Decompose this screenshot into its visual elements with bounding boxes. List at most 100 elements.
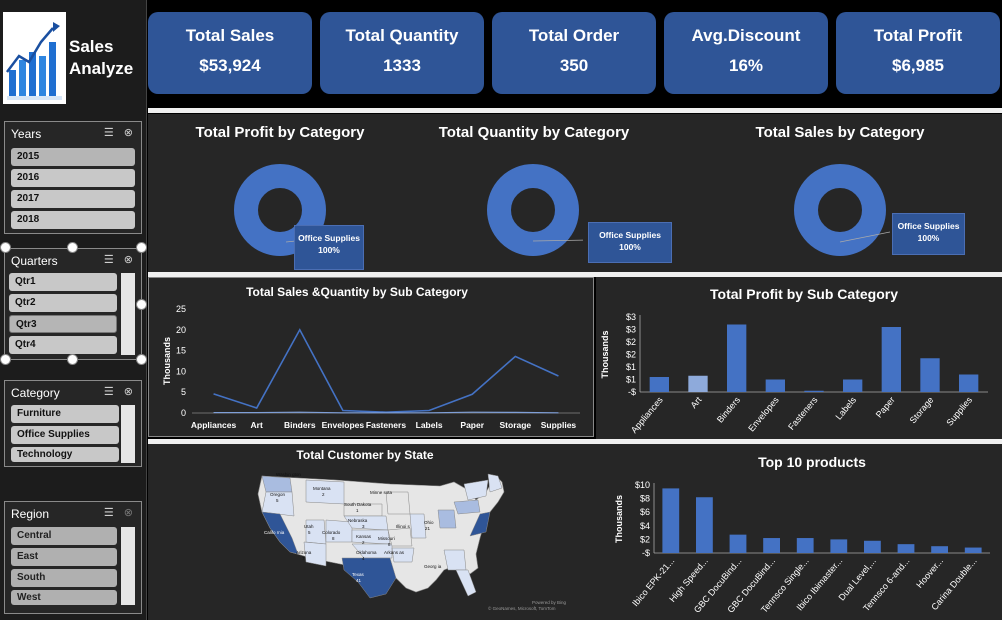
y-tick-label: $1 (626, 375, 636, 385)
donut-label-text: Office Supplies (897, 221, 960, 231)
resize-handle[interactable] (67, 242, 78, 253)
x-tick-label-art: Art (688, 394, 703, 410)
slicer-item-furniture[interactable]: Furniture (11, 405, 119, 423)
map-state-georgia[interactable] (443, 549, 467, 571)
map-label-oregon: Oregon (270, 492, 286, 497)
map-label-colorado: Colorado (322, 530, 341, 535)
map-label-texas: Texas (352, 572, 365, 577)
bar-envelopes (765, 379, 785, 392)
resize-handle[interactable] (136, 242, 147, 253)
app-title-line2: Analyze (69, 59, 134, 78)
resize-handle[interactable] (136, 354, 147, 365)
y-tick-label: $1 (626, 362, 636, 372)
bar-ibico-epk-21 (662, 488, 680, 553)
bar-chart-profit-subcategory[interactable]: Total Profit by Sub Category Thousands -$ $… (596, 277, 1002, 439)
slicer-item-2018[interactable]: 2018 (11, 211, 135, 229)
map-state-texas[interactable] (341, 557, 397, 599)
resize-handle[interactable] (0, 354, 11, 365)
app-title: Sales Analyze (69, 36, 145, 80)
years-slicer-title: Years (11, 127, 42, 141)
us-state-map[interactable]: Washin gton Montana 2 Oregon 5 Minne sot… (240, 462, 590, 612)
slicer-item-qtr4[interactable]: Qtr4 (9, 336, 117, 354)
map-state-florida[interactable] (455, 569, 477, 597)
bar-binders (727, 324, 747, 392)
app-title-line1: Sales (69, 37, 114, 56)
kpi-total-order: Total Order 350 (492, 12, 656, 94)
kpi-value: $6,985 (892, 56, 944, 75)
resize-handle[interactable] (0, 242, 11, 253)
bar-gbc-docubind (729, 534, 747, 553)
clear-filter-icon[interactable]: ⊗ (124, 253, 133, 266)
map-state-minnesota[interactable] (385, 491, 411, 515)
slicer-item-west[interactable]: West (11, 590, 117, 605)
slicer-item-south[interactable]: South (11, 569, 117, 587)
bar-chart-top10-products[interactable]: Top 10 productsThousands-$$2$4$6$8$10Ibi… (596, 444, 1002, 620)
donut-label-text: Office Supplies (599, 230, 661, 240)
map-state-illinois[interactable] (409, 513, 427, 539)
slicer-item-qtr3[interactable]: Qtr3 (9, 315, 117, 333)
clear-filter-icon[interactable]: ⊗ (124, 506, 133, 519)
slicer-item-2015[interactable]: 2015 (11, 148, 135, 166)
x-tick-label-labels: Labels (416, 420, 443, 430)
quarters-scrollbar[interactable] (121, 273, 135, 355)
bar-supplies (959, 374, 979, 392)
category-scrollbar[interactable] (121, 405, 135, 463)
category-slicer: Category ☰ ⊗ Furniture Office Supplies Te… (4, 380, 142, 467)
clear-filter-icon[interactable]: ⊗ (124, 126, 133, 139)
x-tick-label-supplies: Supplies (944, 394, 974, 427)
donut-label-pct: 100% (619, 242, 641, 252)
y-tick-label: $2 (626, 337, 636, 347)
y-tick-label: $3 (626, 312, 636, 322)
region-slicer-title: Region (11, 507, 50, 521)
map-label-nebraska: Nebraska (348, 518, 368, 523)
slicer-item-2017[interactable]: 2017 (11, 190, 135, 208)
slicer-item-2016[interactable]: 2016 (11, 169, 135, 187)
bar-chart-logo-icon (6, 22, 62, 100)
bar-carina-double (964, 547, 982, 553)
slicer-item-qtr2[interactable]: Qtr2 (9, 294, 117, 312)
donut-chart-sales[interactable] (790, 160, 890, 260)
multi-select-icon[interactable]: ☰ (104, 385, 114, 398)
x-tick-label-supplies: Supplies (541, 420, 577, 430)
multi-select-icon[interactable]: ☰ (104, 506, 114, 519)
kpi-label: Total Order (528, 26, 620, 45)
bar-fasteners (804, 390, 824, 392)
map-label-washington: Washin gton (276, 472, 301, 477)
y-tick-label: $2 (626, 350, 636, 360)
clear-filter-icon[interactable]: ⊗ (124, 385, 133, 398)
map-state-montana[interactable] (305, 479, 345, 505)
map-label-missouri: Missouri (378, 536, 395, 541)
x-tick-label-envelopes: Envelopes (322, 420, 365, 430)
multi-select-icon[interactable]: ☰ (104, 126, 114, 139)
y-tick-label: 0 (181, 408, 186, 418)
kpi-label: Total Sales (185, 26, 275, 45)
divider (148, 108, 1002, 113)
slicer-item-east[interactable]: East (11, 548, 117, 566)
app-logo (3, 12, 66, 104)
map-label-ohio: Ohio (424, 520, 434, 525)
slicer-item-office-supplies[interactable]: Office Supplies (11, 426, 119, 444)
resize-handle[interactable] (67, 354, 78, 365)
line-chart-sales-quantity[interactable]: Total Sales &Quantity by Sub Category Tho… (148, 277, 594, 437)
map-label-oklahoma: Oklahoma (356, 550, 377, 555)
map-label-minnesota: Minne sota (370, 490, 393, 495)
map-label-arizona: Arizona (296, 550, 312, 555)
resize-handle[interactable] (136, 299, 147, 310)
kpi-label: Total Quantity (345, 26, 459, 45)
slicer-item-technology[interactable]: Technology (11, 447, 119, 462)
map-state-ohio[interactable] (437, 509, 457, 529)
donut-chart-quantity[interactable] (483, 160, 583, 260)
donut-slice-office-supplies[interactable] (487, 164, 579, 256)
map-state-washington[interactable] (261, 475, 293, 493)
y-tick-label: $2 (640, 534, 650, 544)
map-label-georgia: Georg ia (424, 564, 442, 569)
map-state-pennsylvania[interactable] (453, 499, 481, 515)
quarters-slicer-title: Quarters (11, 254, 58, 268)
multi-select-icon[interactable]: ☰ (104, 253, 114, 266)
region-scrollbar[interactable] (121, 527, 135, 605)
slicer-item-qtr1[interactable]: Qtr1 (9, 273, 117, 291)
donut-slice-office-supplies[interactable] (794, 164, 886, 256)
years-slicer: Years ☰ ⊗ 2015 2016 2017 2018 (4, 121, 142, 234)
y-axis-title: Thousands (600, 330, 610, 378)
slicer-item-central[interactable]: Central (11, 527, 117, 545)
